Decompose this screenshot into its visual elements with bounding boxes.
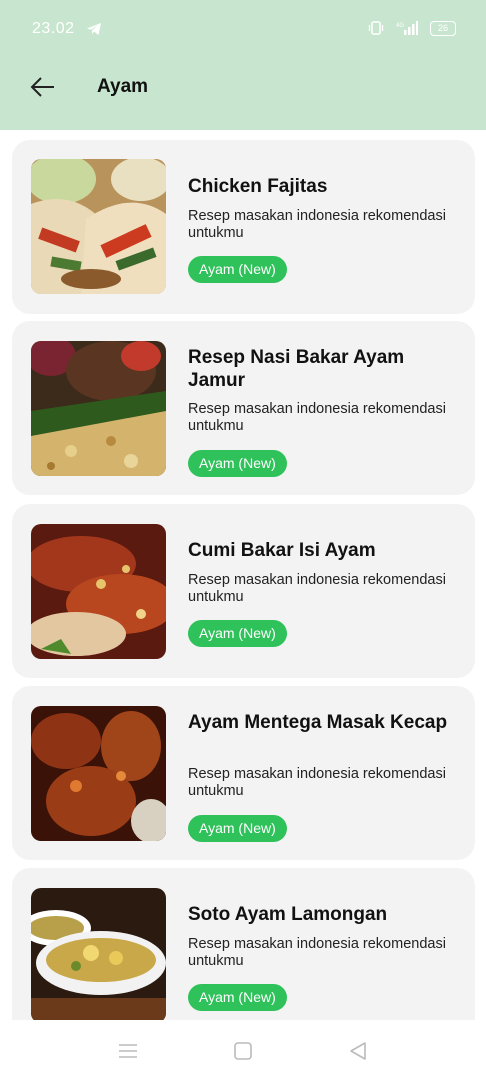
recipe-image [31, 888, 166, 1020]
category-badge: Ayam (New) [188, 815, 287, 842]
app-header: 23.02 4G 26 Ayam [0, 0, 486, 130]
signal-icon: 4G [396, 21, 418, 35]
network-label: 4G [396, 23, 404, 29]
recipe-title: Chicken Fajitas [188, 176, 328, 197]
recipe-card[interactable]: Resep Nasi Bakar Ayam Jamur Resep masaka… [12, 321, 475, 495]
recipe-card[interactable]: Soto Ayam Lamongan Resep masakan indones… [12, 868, 475, 1020]
recipe-description: Resep masakan indonesia rekomendasi untu… [188, 208, 446, 241]
status-bar: 23.02 4G 26 [0, 0, 486, 58]
recipe-image [31, 341, 166, 476]
recipe-list[interactable]: Chicken Fajitas Resep masakan indonesia … [0, 130, 486, 1020]
recipe-title: Resep Nasi Bakar Ayam Jamur [188, 347, 405, 391]
recipe-title: Ayam Mentega Masak Kecap [188, 712, 448, 733]
telegram-icon [87, 23, 101, 35]
recipe-description: Resep masakan indonesia rekomendasi untu… [188, 572, 446, 605]
category-badge: Ayam (New) [188, 984, 287, 1011]
page-title: Ayam [97, 76, 149, 97]
back-arrow-icon[interactable] [30, 74, 56, 100]
system-nav-bar [0, 1020, 486, 1080]
home-icon[interactable] [232, 1040, 254, 1062]
recipe-description: Resep masakan indonesia rekomendasi untu… [188, 401, 446, 434]
category-badge: Ayam (New) [188, 620, 287, 647]
status-time: 23.02 [32, 20, 75, 37]
category-badge: Ayam (New) [188, 450, 287, 477]
recipe-description: Resep masakan indonesia rekomendasi untu… [188, 766, 446, 799]
back-triangle-icon[interactable] [347, 1040, 369, 1062]
category-badge: Ayam (New) [188, 256, 287, 283]
vibrate-icon [368, 21, 384, 35]
menu-icon[interactable] [117, 1040, 139, 1062]
recipe-card[interactable]: Ayam Mentega Masak Kecap Resep masakan i… [12, 686, 475, 860]
recipe-title: Cumi Bakar Isi Ayam [188, 540, 376, 561]
recipe-title: Soto Ayam Lamongan [188, 904, 388, 925]
recipe-card[interactable]: Cumi Bakar Isi Ayam Resep masakan indone… [12, 504, 475, 678]
recipe-image [31, 159, 166, 294]
battery-level: 26 [437, 22, 448, 33]
recipe-image [31, 706, 166, 841]
battery-icon: 26 [430, 20, 456, 36]
recipe-description: Resep masakan indonesia rekomendasi untu… [188, 936, 446, 969]
recipe-image [31, 524, 166, 659]
recipe-card[interactable]: Chicken Fajitas Resep masakan indonesia … [12, 140, 475, 314]
